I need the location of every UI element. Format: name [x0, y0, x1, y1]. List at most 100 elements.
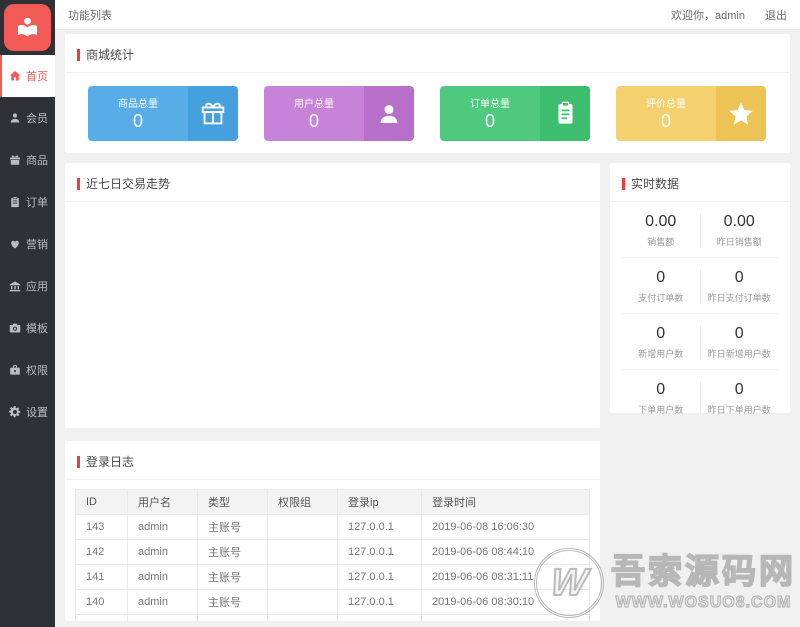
table-row: 140 admin 主账号 127.0.0.1 2019-06-06 08:30…: [76, 590, 590, 615]
content-row: 近七日交易走势 登录日志 ID 用户名 类型 权限组: [65, 163, 790, 621]
cell-username: admin: [128, 565, 198, 590]
mall-stats-panel: 商城统计 商品总量 0 用户总量 0: [65, 34, 790, 153]
realtime-stat: 0 支付订单数: [622, 269, 701, 304]
table-row: 142 admin 主账号 127.0.0.1 2019-06-06 08:44…: [76, 540, 590, 565]
stat-card-reviews[interactable]: 评价总量 0: [616, 86, 766, 141]
camera-icon: [9, 322, 21, 334]
sidebar-item-label: 营销: [26, 236, 48, 252]
sidebar-item-label: 会员: [26, 110, 48, 126]
cell-ip: 127.0.0.1: [338, 515, 422, 540]
briefcase-icon: [9, 364, 21, 376]
stat-label: 昨日支付订单数: [701, 291, 779, 304]
cell-type: 主账号: [198, 515, 268, 540]
logo-box: [4, 4, 51, 51]
sidebar-item-label: 首页: [26, 68, 48, 84]
gift-icon: [188, 86, 238, 141]
cell-ip: 127.0.0.1: [338, 615, 422, 622]
realtime-stat: 0.00 销售额: [622, 213, 701, 248]
cell-group: [268, 590, 338, 615]
cell-type: 主账号: [198, 565, 268, 590]
cell-group: [268, 540, 338, 565]
sidebar-item-label: 权限: [26, 362, 48, 378]
table-row: 143 admin 主账号 127.0.0.1 2019-06-08 16:06…: [76, 515, 590, 540]
left-column: 近七日交易走势 登录日志 ID 用户名 类型 权限组: [65, 163, 600, 621]
stat-card-label: 商品总量: [118, 95, 158, 110]
stat-label: 昨日下单用户数: [701, 403, 779, 416]
table-row: 141 admin 主账号 127.0.0.1 2019-06-06 08:31…: [76, 565, 590, 590]
realtime-stat: 0 昨日支付订单数: [701, 269, 779, 304]
sidebar-item-orders[interactable]: 订单: [0, 181, 55, 223]
stat-card-value: 0: [661, 111, 671, 132]
app-logo[interactable]: [0, 0, 55, 55]
cell-ip: 127.0.0.1: [338, 590, 422, 615]
sidebar-item-label: 模板: [26, 320, 48, 336]
logout-link[interactable]: 退出: [765, 7, 787, 23]
sidebar-item-label: 设置: [26, 404, 48, 420]
realtime-stat: 0 下单用户数: [622, 381, 701, 416]
stat-card-users[interactable]: 用户总量 0: [264, 86, 414, 141]
mall-stats-heading: 商城统计: [65, 34, 790, 73]
section-marker: [77, 456, 80, 468]
reader-logo-icon: [14, 14, 41, 41]
section-title: 商城统计: [86, 46, 134, 63]
stat-value: 0: [622, 325, 700, 343]
sidebar-item-permissions[interactable]: 权限: [0, 349, 55, 391]
stat-card-label: 用户总量: [294, 95, 334, 110]
cell-group: [268, 565, 338, 590]
gear-icon: [9, 406, 21, 418]
cell-group: [268, 615, 338, 622]
realtime-row: 0 下单用户数 0 昨日下单用户数: [622, 370, 778, 426]
right-column: 实时数据 0.00 销售额 0.00 昨日销售额 0 支付订单数: [610, 163, 790, 413]
stat-card-text: 商品总量 0: [88, 86, 188, 141]
cell-time: 2019-06-06 08:30:10: [422, 590, 590, 615]
cell-id: 143: [76, 515, 128, 540]
sidebar-item-products[interactable]: 商品: [0, 139, 55, 181]
stat-card-text: 评价总量 0: [616, 86, 716, 141]
sidebar-item-marketing[interactable]: 营销: [0, 223, 55, 265]
column-header: 类型: [198, 490, 268, 515]
table-header-row: ID 用户名 类型 权限组 登录ip 登录时间: [76, 490, 590, 515]
cell-id: 141: [76, 565, 128, 590]
cell-type: 主账号: [198, 590, 268, 615]
column-header: 用户名: [128, 490, 198, 515]
sidebar-item-home[interactable]: 首页: [0, 55, 55, 97]
stat-card-text: 订单总量 0: [440, 86, 540, 141]
column-header: 登录ip: [338, 490, 422, 515]
realtime-stat: 0 昨日新增用户数: [701, 325, 779, 360]
login-log-panel: 登录日志 ID 用户名 类型 权限组 登录ip 登录时间: [65, 441, 600, 621]
sidebar: 首页 会员 商品 订单 营销 应用 模板 权限: [0, 0, 55, 627]
sidebar-item-templates[interactable]: 模板: [0, 307, 55, 349]
section-marker: [77, 49, 80, 61]
main-content: 商城统计 商品总量 0 用户总量 0: [55, 31, 800, 627]
column-header: 权限组: [268, 490, 338, 515]
cell-type: 主账号: [198, 540, 268, 565]
trend-chart-heading: 近七日交易走势: [65, 163, 600, 202]
stat-card-products[interactable]: 商品总量 0: [88, 86, 238, 141]
sidebar-item-label: 订单: [26, 194, 48, 210]
section-title: 实时数据: [631, 175, 679, 192]
stat-card-value: 0: [485, 111, 495, 132]
stat-card-value: 0: [133, 111, 143, 132]
topbar: 功能列表 欢迎你，admin 退出: [55, 0, 800, 30]
cell-time: 2019-06-06 08:29:01: [422, 615, 590, 622]
section-marker: [77, 178, 80, 190]
stat-value: 0: [622, 381, 700, 399]
bank-icon: [9, 280, 21, 292]
stat-label: 下单用户数: [622, 403, 700, 416]
section-marker: [622, 178, 625, 190]
table-row: 139 admin 主账号 127.0.0.1 2019-06-06 08:29…: [76, 615, 590, 622]
cell-username: admin: [128, 615, 198, 622]
sidebar-item-label: 应用: [26, 278, 48, 294]
cell-group: [268, 515, 338, 540]
sidebar-item-settings[interactable]: 设置: [0, 391, 55, 433]
stat-card-orders[interactable]: 订单总量 0: [440, 86, 590, 141]
realtime-row: 0 新增用户数 0 昨日新增用户数: [622, 314, 778, 370]
section-title: 登录日志: [86, 453, 134, 470]
realtime-heading: 实时数据: [610, 163, 790, 202]
cell-username: admin: [128, 590, 198, 615]
sidebar-item-apps[interactable]: 应用: [0, 265, 55, 307]
sidebar-item-members[interactable]: 会员: [0, 97, 55, 139]
stat-label: 销售额: [622, 235, 700, 248]
clipboard-icon: [9, 196, 21, 208]
topbar-right: 欢迎你，admin 退出: [671, 7, 787, 23]
